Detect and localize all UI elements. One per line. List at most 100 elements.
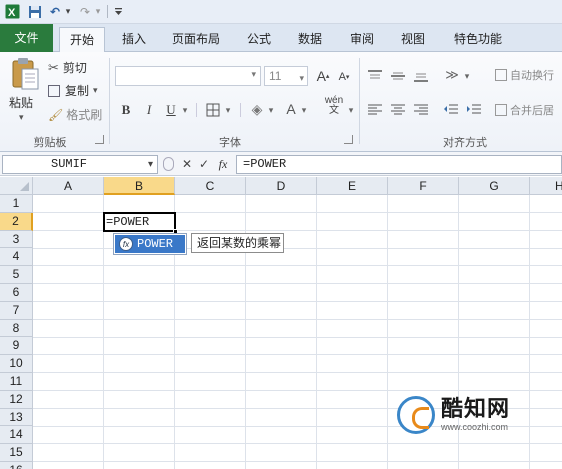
insert-function-icon[interactable]: fx	[214, 155, 232, 173]
increase-indent-icon[interactable]	[465, 100, 483, 120]
row-header-10[interactable]: 10	[0, 355, 33, 373]
underline-button[interactable]: U	[163, 100, 179, 120]
phonetic-guide-button[interactable]: wén 文	[320, 96, 348, 116]
row-header-12[interactable]: 12	[0, 390, 33, 409]
copy-dropdown-icon[interactable]: ▾	[93, 85, 98, 96]
row-header-4[interactable]: 4	[0, 248, 33, 267]
align-center-icon[interactable]	[389, 100, 407, 120]
fill-color-icon[interactable]: ◈	[248, 99, 266, 119]
align-left-icon[interactable]	[366, 100, 384, 120]
customize-toolbar-icon[interactable]	[113, 3, 123, 20]
autocomplete-item-power[interactable]: fx POWER	[115, 235, 185, 253]
format-painter-button[interactable]: 🖌 格式刷	[48, 106, 102, 123]
save-icon[interactable]	[27, 3, 43, 20]
row-header-15[interactable]: 15	[0, 444, 33, 462]
borders-dropdown-icon[interactable]: ▾	[223, 100, 233, 120]
formula-input[interactable]: =POWER	[236, 155, 562, 174]
column-header-f[interactable]: F	[388, 177, 459, 195]
clipboard-dialog-launcher[interactable]	[95, 135, 104, 144]
divider	[240, 103, 241, 117]
fill-color-dropdown-icon[interactable]: ▾	[266, 100, 276, 120]
tab-formulas[interactable]: 公式	[240, 27, 278, 52]
font-color-icon[interactable]: A	[283, 99, 299, 119]
merge-center-button[interactable]: 合并后居	[495, 102, 554, 118]
active-cell-b2[interactable]: =POWER	[103, 212, 176, 232]
grow-font-button[interactable]: A ▴	[314, 66, 332, 86]
tab-data[interactable]: 数据	[291, 27, 329, 52]
column-header-b[interactable]: B	[104, 177, 175, 195]
wrap-text-button[interactable]: 自动换行	[495, 67, 554, 83]
resize-handle[interactable]	[163, 157, 174, 171]
shrink-font-button[interactable]: A ▾	[336, 67, 352, 87]
name-box[interactable]: SUMIF ▾	[2, 155, 158, 174]
tab-home[interactable]: 开始	[59, 27, 105, 52]
align-top-icon[interactable]	[366, 66, 384, 86]
row-header-8[interactable]: 8	[0, 319, 33, 338]
row-header-13[interactable]: 13	[0, 408, 33, 427]
borders-icon	[206, 103, 220, 117]
undo-dropdown-icon[interactable]: ▾	[64, 3, 72, 20]
row-header-16[interactable]: 16	[0, 462, 33, 469]
underline-dropdown-icon[interactable]: ▾	[180, 100, 190, 120]
paste-button-label[interactable]: 粘贴	[9, 94, 33, 111]
borders-button[interactable]	[204, 100, 222, 120]
bold-button[interactable]: B	[118, 100, 134, 120]
align-right-icon[interactable]	[412, 100, 430, 120]
row-header-6[interactable]: 6	[0, 284, 33, 302]
orientation-dropdown-icon[interactable]: ▾	[462, 66, 472, 86]
copy-button[interactable]: 复制 ▾	[48, 82, 98, 99]
font-color-dropdown-icon[interactable]: ▾	[299, 100, 309, 120]
font-name-select[interactable]: ▾	[115, 66, 261, 86]
name-box-dropdown-icon[interactable]: ▾	[148, 156, 153, 173]
paste-icon[interactable]	[10, 57, 40, 93]
column-header-a[interactable]: A	[33, 177, 104, 195]
row-header-2[interactable]: 2	[0, 212, 33, 231]
ribbon-tabs: 文件 开始 插入 页面布局 公式 数据 审阅 视图 特色功能	[0, 24, 562, 52]
shrink-font-icon: A	[338, 71, 346, 83]
row-header-5[interactable]: 5	[0, 266, 33, 284]
row-header-3[interactable]: 3	[0, 230, 33, 249]
enter-icon[interactable]: ✓	[197, 155, 211, 173]
row-header-11[interactable]: 11	[0, 373, 33, 391]
cut-button[interactable]: ✂ 剪切	[48, 59, 87, 76]
copy-label: 复制	[65, 84, 90, 98]
orientation-icon[interactable]: ≫	[442, 65, 462, 85]
redo-icon[interactable]: ↷	[78, 3, 92, 20]
paste-dropdown-icon[interactable]: ▾	[19, 112, 24, 123]
font-size-value: 11	[269, 69, 282, 83]
tab-file[interactable]: 文件	[0, 24, 53, 52]
column-header-d[interactable]: D	[246, 177, 317, 195]
tab-view[interactable]: 视图	[394, 27, 432, 52]
brush-icon: 🖌	[48, 107, 64, 122]
align-middle-icon[interactable]	[389, 66, 407, 86]
tab-review[interactable]: 审阅	[343, 27, 381, 52]
row-header-9[interactable]: 9	[0, 337, 33, 356]
redo-dropdown-icon[interactable]: ▾	[94, 3, 102, 20]
row-header-7[interactable]: 7	[0, 301, 33, 320]
column-header-c[interactable]: C	[175, 177, 246, 195]
alignment-group-label: 对齐方式	[443, 137, 487, 149]
select-all-corner[interactable]	[0, 177, 33, 195]
tab-insert[interactable]: 插入	[115, 27, 153, 52]
font-size-select[interactable]: 11 ▾	[264, 66, 308, 86]
tab-special-features[interactable]: 特色功能	[446, 27, 510, 52]
align-bottom-icon[interactable]	[412, 66, 430, 86]
column-header-e[interactable]: E	[317, 177, 388, 195]
font-dialog-launcher[interactable]	[344, 135, 353, 144]
cut-label: 剪切	[62, 61, 87, 75]
row-header-14[interactable]: 14	[0, 426, 33, 445]
column-header-h[interactable]: H	[530, 177, 562, 195]
undo-icon[interactable]: ↶	[48, 3, 62, 20]
gridline	[316, 195, 317, 469]
cancel-icon[interactable]: ✕	[180, 155, 194, 173]
row-header-1[interactable]: 1	[0, 195, 33, 213]
wrap-text-label: 自动换行	[510, 70, 554, 82]
italic-button[interactable]: I	[141, 100, 157, 120]
function-autocomplete-list[interactable]: fx POWER	[113, 233, 187, 255]
decrease-indent-icon[interactable]	[442, 100, 460, 120]
phonetic-guide-dropdown-icon[interactable]: ▾	[346, 100, 356, 120]
gridline	[387, 195, 388, 469]
tab-page-layout[interactable]: 页面布局	[164, 27, 228, 52]
phonetic-guide-icon: 文	[329, 105, 339, 116]
column-header-g[interactable]: G	[459, 177, 530, 195]
